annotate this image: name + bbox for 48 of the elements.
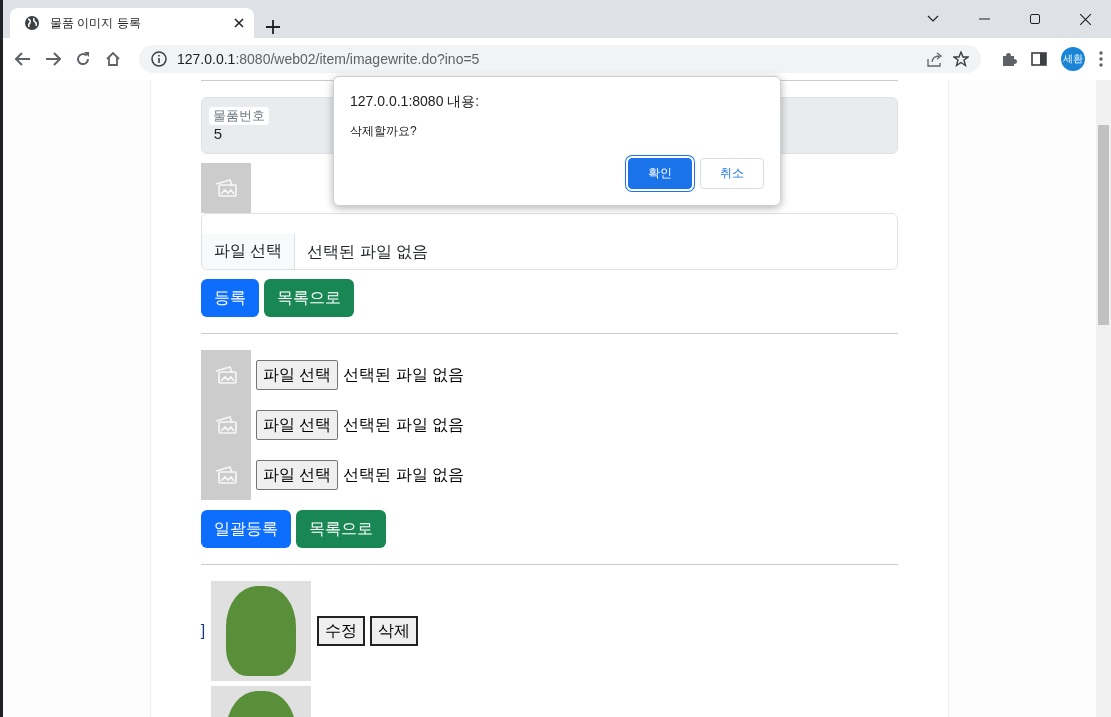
field-value: 5 xyxy=(212,125,223,142)
file-status: 선택된 파일 없음 xyxy=(343,464,465,485)
picture-icon xyxy=(213,365,238,385)
new-tab-icon[interactable] xyxy=(266,20,280,34)
scrollbar[interactable] xyxy=(1096,80,1111,717)
bracket-text: ] xyxy=(200,622,206,639)
address-bar[interactable]: 127.0.0.1:8080/web02/item/imagewrite.do?ino=5 xyxy=(139,45,981,73)
info-icon xyxy=(151,51,167,67)
maximize-icon[interactable] xyxy=(1030,14,1040,24)
list-button[interactable]: 목록으로 xyxy=(263,279,354,317)
file-status: 선택된 파일 없음 xyxy=(343,414,465,435)
home-icon[interactable] xyxy=(105,51,121,67)
edit-button[interactable]: 수정 xyxy=(316,616,365,646)
choose-file-button[interactable]: 파일 선택 xyxy=(201,234,296,269)
close-icon[interactable] xyxy=(234,18,244,28)
list-button[interactable]: 목록으로 xyxy=(295,510,386,548)
dialog-message: 삭제할까요? xyxy=(350,123,418,140)
share-icon[interactable] xyxy=(927,51,943,67)
menu-icon[interactable] xyxy=(1099,51,1103,67)
choose-file-button[interactable]: 파일 선택 xyxy=(255,460,339,490)
file-status: 선택된 파일 없음 xyxy=(306,242,430,262)
close-icon[interactable] xyxy=(1080,13,1091,25)
tab-title: 물품 이미지 등록 xyxy=(50,14,142,32)
field-label: 물품번호 xyxy=(208,107,269,125)
chevron-down-icon[interactable] xyxy=(927,15,939,23)
globe-icon xyxy=(24,15,40,31)
picture-icon xyxy=(213,178,238,198)
cancel-button[interactable]: 취소 xyxy=(700,158,764,189)
delete-button[interactable]: 삭제 xyxy=(369,616,418,646)
file-status: 선택된 파일 없음 xyxy=(343,364,465,385)
forward-icon[interactable] xyxy=(45,52,61,66)
choose-file-button[interactable]: 파일 선택 xyxy=(255,410,339,440)
dialog-title: 127.0.0.1:8080 내용: xyxy=(350,93,481,111)
register-button[interactable]: 등록 xyxy=(200,279,259,317)
back-icon[interactable] xyxy=(15,52,31,66)
choose-file-button[interactable]: 파일 선택 xyxy=(255,360,339,390)
picture-icon xyxy=(213,415,238,435)
star-icon[interactable] xyxy=(953,51,969,67)
sidebar-icon[interactable] xyxy=(1031,51,1047,67)
url-text: 127.0.0.1:8080/web02/item/imagewrite.do?ino=5 xyxy=(177,51,481,67)
browser-tab[interactable]: 물품 이미지 등록 xyxy=(10,8,254,38)
picture-icon xyxy=(213,465,238,485)
ok-button[interactable]: 확인 xyxy=(628,158,692,189)
profile-avatar[interactable]: 세환 xyxy=(1061,47,1085,71)
reload-icon[interactable] xyxy=(75,51,91,67)
file-input-field[interactable]: 파일 선택 선택된 파일 없음 xyxy=(200,213,899,270)
puzzle-icon[interactable] xyxy=(1001,51,1017,67)
batch-register-button[interactable]: 일괄등록 xyxy=(200,510,291,548)
